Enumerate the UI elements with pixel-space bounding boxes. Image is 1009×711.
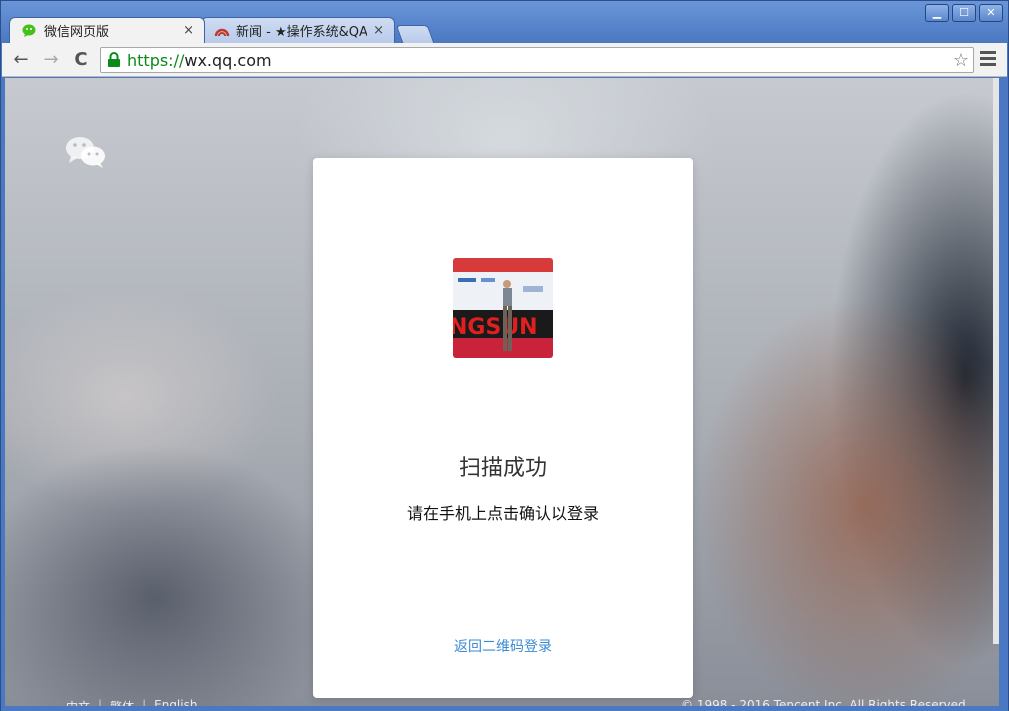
lang-tw-link[interactable]: 繁体 <box>110 698 134 706</box>
tab-wechat[interactable]: 微信网页版 × <box>9 17 205 43</box>
lang-en-link[interactable]: English <box>154 698 197 706</box>
maximize-button[interactable]: ☐ <box>952 4 976 22</box>
lock-icon <box>108 52 120 67</box>
page-viewport: NGSUN 扫描成功 请在手机上点击确认以登录 返回二维码登录 中文 | 繁体 … <box>5 78 999 706</box>
browser-menu-icon[interactable] <box>980 51 996 67</box>
tab-strip: 微信网页版 × 新闻 - ★操作系统&QA - × <box>9 17 435 43</box>
scan-success-title: 扫描成功 <box>458 456 547 481</box>
tab-title: 微信网页版 <box>44 25 110 40</box>
tab-close-icon[interactable]: × <box>183 23 194 38</box>
page-scrollbar[interactable] <box>993 78 999 644</box>
url-scheme: https:// <box>127 50 185 70</box>
separator: | <box>98 698 103 706</box>
wechat-favicon-icon <box>22 24 36 37</box>
title-bar: ▁ ☐ ✕ 微信网页版 × 新闻 - ★操作系统&QA - × <box>1 1 1008 43</box>
back-button[interactable]: ← <box>10 49 32 71</box>
svg-text:NGSUN: NGSUN <box>453 315 538 340</box>
copyright-text: © 1998 - 2016 Tencent Inc. All Rights Re… <box>681 698 966 706</box>
close-window-button[interactable]: ✕ <box>979 4 1003 22</box>
language-switcher: 中文 | 繁体 | English <box>66 698 197 706</box>
user-avatar: NGSUN <box>453 258 553 358</box>
tab-news[interactable]: 新闻 - ★操作系统&QA - × <box>201 17 395 43</box>
lang-zh-link[interactable]: 中文 <box>66 698 90 706</box>
wechat-logo-icon <box>66 137 105 168</box>
url-host: wx.qq.com <box>184 50 272 70</box>
tab-title: 新闻 - ★操作系统&QA - <box>236 25 368 40</box>
forward-button[interactable]: → <box>40 49 62 71</box>
site-favicon-icon <box>214 28 230 36</box>
browser-toolbar: ← → C https:// wx.qq.com ☆ <box>2 43 1007 77</box>
login-card: NGSUN 扫描成功 请在手机上点击确认以登录 返回二维码登录 <box>313 158 693 698</box>
reload-button[interactable]: C <box>70 49 92 71</box>
minimize-button[interactable]: ▁ <box>925 4 949 22</box>
window-controls: ▁ ☐ ✕ <box>925 4 1003 22</box>
browser-window: ▁ ☐ ✕ 微信网页版 × 新闻 - ★操作系统&QA - × ← → C ht… <box>0 0 1009 711</box>
tab-close-icon[interactable]: × <box>373 23 384 38</box>
window-bottom-border <box>1 706 1008 711</box>
new-tab-button[interactable] <box>395 25 435 43</box>
back-to-qr-link[interactable]: 返回二维码登录 <box>313 636 693 656</box>
bookmark-star-icon[interactable]: ☆ <box>953 50 969 71</box>
separator: | <box>142 698 147 706</box>
address-bar[interactable]: https:// wx.qq.com ☆ <box>100 47 974 73</box>
confirm-instruction: 请在手机上点击确认以登录 <box>406 504 599 523</box>
